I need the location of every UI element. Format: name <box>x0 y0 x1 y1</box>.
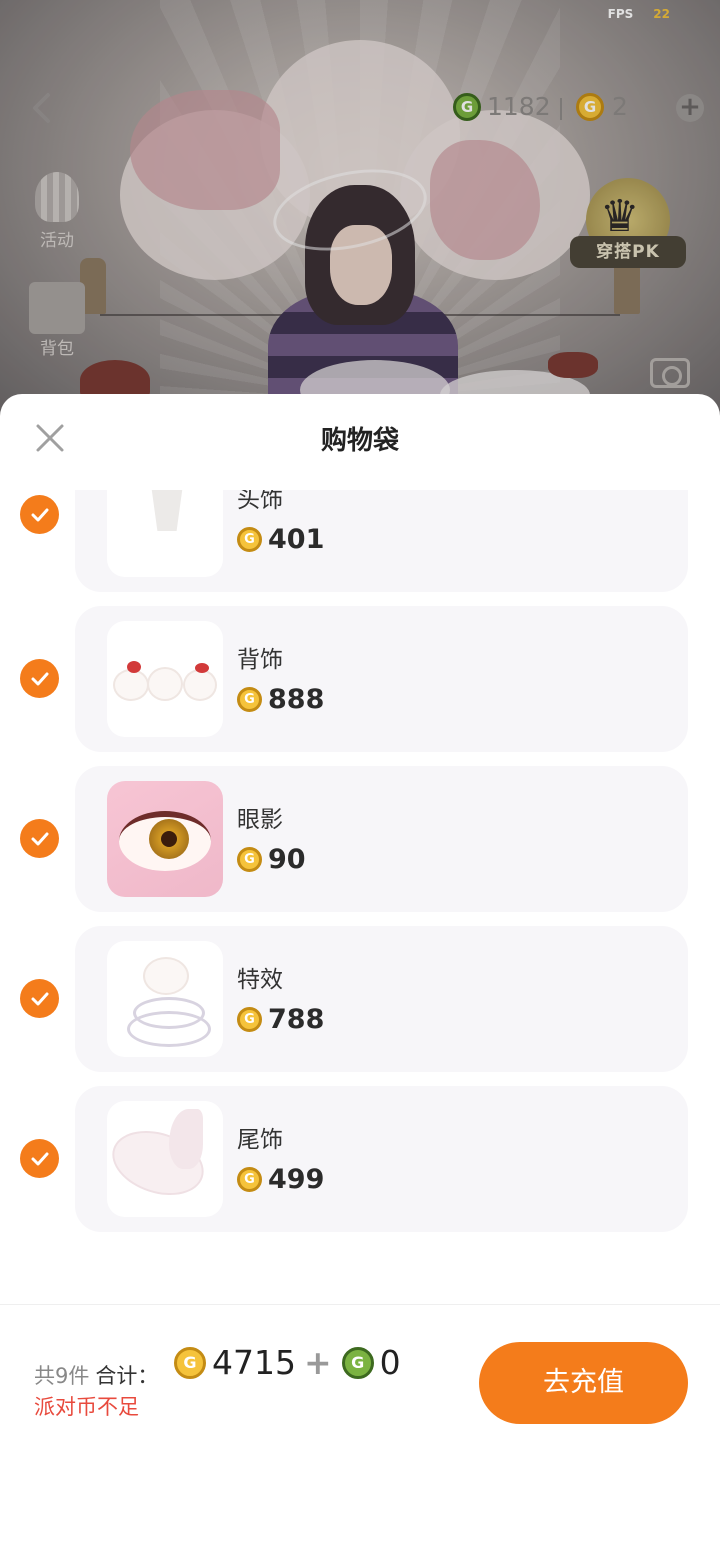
shopping-bag-sheet: 购物袋 头饰 G 401 背饰 G 888 眼影 G 90 特效 G 788 尾… <box>0 394 720 1544</box>
check-icon[interactable] <box>20 819 59 858</box>
cart-item-list[interactable]: 头饰 G 401 背饰 G 888 眼影 G 90 特效 G 788 尾饰 G … <box>0 490 720 1250</box>
plus-sign: + <box>303 1343 332 1382</box>
item-name: 尾饰 <box>237 1127 283 1153</box>
cart-item: 背饰 G 888 <box>0 606 720 752</box>
item-thumbnail <box>107 1101 223 1217</box>
cart-item: 特效 G 788 <box>0 926 720 1072</box>
item-card[interactable]: 尾饰 G 499 <box>75 1086 688 1232</box>
item-name: 眼影 <box>237 807 283 833</box>
recharge-button[interactable]: 去充值 <box>479 1342 688 1424</box>
item-card[interactable]: 头饰 G 401 <box>75 490 688 592</box>
check-icon[interactable] <box>20 659 59 698</box>
item-card[interactable]: 眼影 G 90 <box>75 766 688 912</box>
gold-total: 4715 <box>212 1343 296 1382</box>
sheet-title: 购物袋 <box>320 426 399 456</box>
sheet-header: 购物袋 <box>0 394 720 490</box>
item-price: G 401 <box>237 524 324 555</box>
item-price: G 788 <box>237 1004 324 1035</box>
item-count: 共9件 合计： <box>34 1360 158 1390</box>
cart-footer: 共9件 合计： G 4715 + G 0 派对币不足 去充值 <box>0 1304 720 1544</box>
item-price: G 90 <box>237 844 306 875</box>
item-card[interactable]: 背饰 G 888 <box>75 606 688 752</box>
check-icon[interactable] <box>20 979 59 1018</box>
item-price: G 499 <box>237 1164 324 1195</box>
item-thumbnail <box>107 621 223 737</box>
gold-coin-icon: G <box>237 527 262 552</box>
item-price-value: 888 <box>268 684 325 715</box>
dim-overlay <box>0 0 720 420</box>
item-thumbnail <box>107 941 223 1057</box>
item-name: 头饰 <box>237 490 283 513</box>
gold-coin-icon: G <box>237 1167 262 1192</box>
item-price-value: 90 <box>268 844 306 875</box>
cart-item: 头饰 G 401 <box>0 490 720 592</box>
total-label: 合计： <box>95 1364 159 1388</box>
total-price: G 4715 + G 0 <box>174 1343 401 1382</box>
item-price-value: 499 <box>268 1164 325 1195</box>
gold-coin-icon: G <box>237 847 262 872</box>
gold-coin-icon: G <box>237 687 262 712</box>
item-name: 特效 <box>237 967 283 993</box>
item-thumbnail <box>107 781 223 897</box>
check-icon[interactable] <box>20 1139 59 1178</box>
cart-item: 尾饰 G 499 <box>0 1086 720 1232</box>
green-total: 0 <box>379 1343 401 1382</box>
item-price-value: 401 <box>268 524 325 555</box>
item-count-text: 共9件 <box>34 1364 90 1388</box>
item-name: 背饰 <box>237 647 283 673</box>
item-price: G 888 <box>237 684 324 715</box>
item-thumbnail <box>107 490 223 577</box>
check-icon[interactable] <box>20 495 59 534</box>
gold-coin-icon: G <box>174 1346 206 1379</box>
gold-coin-icon: G <box>237 1007 262 1032</box>
green-coin-icon: G <box>341 1346 374 1379</box>
insufficient-balance-warning: 派对币不足 <box>34 1395 139 1419</box>
item-price-value: 788 <box>268 1004 325 1035</box>
cart-item: 眼影 G 90 <box>0 766 720 912</box>
item-card[interactable]: 特效 G 788 <box>75 926 688 1072</box>
